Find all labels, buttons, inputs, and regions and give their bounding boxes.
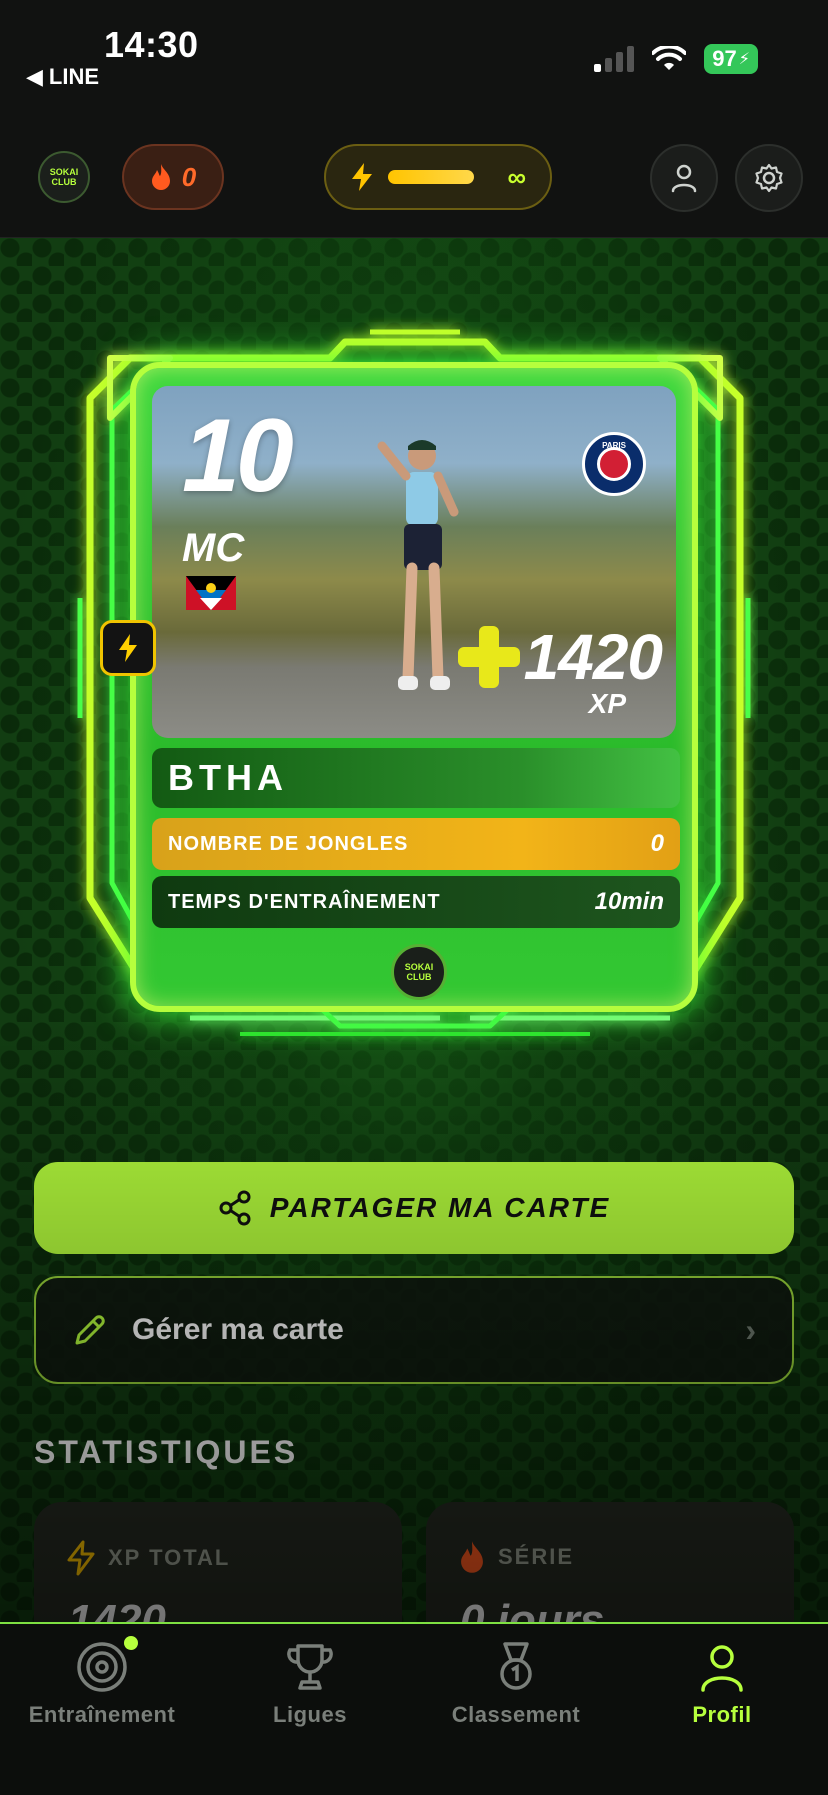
profile-icon [701, 1645, 743, 1692]
settings-button[interactable] [735, 144, 803, 212]
top-app-bar: SOKAI CLUB 0 ∞ [0, 120, 828, 238]
flame-icon [461, 1541, 483, 1573]
energy-pill[interactable]: ∞ [324, 144, 552, 210]
club-logo-line2: CLUB [51, 177, 77, 187]
bottom-navigation: Entraînement Ligues Classement Profil [0, 1622, 828, 1795]
boost-badge[interactable] [100, 620, 156, 676]
manage-card-label: Gérer ma carte [132, 1313, 344, 1346]
share-icon [219, 1190, 251, 1226]
club-logo-line1: SOKAI [49, 167, 79, 177]
stat-juggles: NOMBRE DE JONGLES 0 [152, 818, 680, 870]
stat-training-time-value: 10min [594, 888, 664, 915]
stat-card-streak-value: 0 jours [460, 1596, 605, 1622]
stat-card-streak-label: SÉRIE [498, 1544, 575, 1569]
nav-item-ranking[interactable]: Classement [416, 1640, 616, 1728]
status-bar: 14:30 ◀ LINE 97 ⚡ [0, 0, 828, 120]
share-card-label: PARTAGER MA CARTE [269, 1192, 611, 1223]
nav-label-training: Entraînement [28, 1702, 176, 1727]
stats-section-title: STATISTIQUES [34, 1434, 299, 1470]
profile-button[interactable] [650, 144, 718, 212]
stat-juggles-label: NOMBRE DE JONGLES [168, 832, 409, 855]
lightning-icon [67, 1540, 95, 1576]
player-name: BTHA [152, 748, 680, 808]
battery-level: 97 [712, 46, 737, 71]
player-rating: 10 [182, 398, 294, 514]
chevron-right-icon: › [745, 1311, 756, 1348]
player-photo: 10 MC PARIS 1420 XP [152, 386, 676, 738]
status-indicators: 97 ⚡ [594, 44, 758, 74]
stat-training-time: TEMPS D'ENTRAÎNEMENT 10min [152, 876, 680, 928]
nav-label-ranking: Classement [451, 1702, 581, 1727]
player-card[interactable]: 10 MC PARIS 1420 XP BTHA NOMBRE DE JONGL… [130, 362, 698, 1012]
pencil-icon [75, 1315, 105, 1345]
team-badge-label: PARIS [602, 441, 626, 450]
medal-icon [500, 1642, 532, 1690]
target-icon [77, 1642, 127, 1692]
battery-indicator: 97 ⚡ [704, 44, 758, 74]
card-logo-line2: CLUB [406, 972, 432, 982]
team-badge: PARIS [582, 432, 646, 496]
lightning-icon [352, 163, 372, 191]
club-logo[interactable]: SOKAI CLUB [38, 151, 90, 203]
nav-item-profile[interactable]: Profil [622, 1640, 822, 1728]
gear-icon [755, 163, 783, 193]
xp-gain-value: 1420 [523, 621, 663, 693]
wifi-icon [652, 46, 687, 70]
nav-label-profile: Profil [692, 1702, 752, 1727]
lightning-icon [119, 634, 137, 662]
user-icon [671, 164, 697, 193]
stat-card-xp-total[interactable]: XP TOTAL 1420 [34, 1502, 402, 1622]
back-app-label: LINE [48, 64, 100, 89]
streak-count: 0 [181, 161, 197, 192]
stat-card-xp-value: 1420 [68, 1596, 166, 1622]
energy-bar [388, 170, 474, 184]
back-to-app-link[interactable]: ◀ LINE [26, 64, 99, 90]
share-card-button[interactable]: PARTAGER MA CARTE [34, 1162, 794, 1254]
profile-main: 10 MC PARIS 1420 XP BTHA NOMBRE DE JONGL… [0, 238, 828, 1622]
nav-label-leagues: Ligues [273, 1702, 347, 1727]
back-triangle-icon: ◀ [26, 64, 43, 89]
xp-unit-label: XP [588, 688, 626, 719]
card-logo-line1: SOKAI [404, 962, 434, 972]
plus-icon [457, 626, 520, 688]
streak-pill[interactable]: 0 [122, 144, 224, 210]
stat-card-streak[interactable]: SÉRIE 0 jours [426, 1502, 794, 1622]
country-flag-icon [186, 576, 236, 610]
nav-item-training[interactable]: Entraînement [2, 1640, 202, 1728]
charging-bolt-icon: ⚡ [738, 51, 750, 68]
nav-item-leagues[interactable]: Ligues [210, 1640, 410, 1728]
stat-card-xp-label: XP TOTAL [108, 1545, 231, 1570]
xp-gain: 1420 [457, 621, 663, 693]
manage-card-button[interactable]: Gérer ma carte › [34, 1276, 794, 1384]
status-time: 14:30 [104, 24, 199, 65]
card-club-logo: SOKAI CLUB [391, 944, 447, 1000]
stat-training-time-label: TEMPS D'ENTRAÎNEMENT [168, 890, 441, 913]
energy-value: ∞ [507, 161, 526, 192]
stat-juggles-value: 0 [650, 830, 664, 857]
trophy-icon [287, 1644, 333, 1690]
player-position: MC [182, 526, 245, 570]
cellular-signal-icon [594, 46, 635, 72]
flame-icon [151, 164, 170, 190]
notification-dot [124, 1636, 138, 1650]
